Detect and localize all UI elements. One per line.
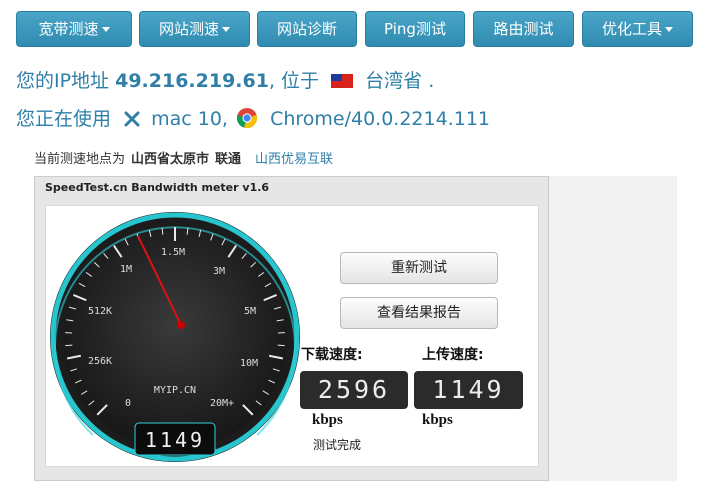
upload-label: 上传速度: [422,347,484,363]
nav-label: 网站测速 [158,20,219,38]
nav-label: 路由测试 [493,20,554,38]
node-isp: 联通 [215,152,242,167]
gauge-pivot [177,321,185,329]
located-at: , 位于 [268,70,320,92]
region: 台湾省 [365,70,423,92]
nav-ping-test[interactable]: Ping测试 [365,11,465,47]
ip-info: 您的IP地址 49.216.219.61, 位于 台湾省 . [16,66,434,93]
nav-optimize-tools[interactable]: 优化工具 [582,11,693,47]
browser-prefix: 您正在使用 [16,108,112,130]
nav-label: Ping测试 [384,20,446,38]
region-flag-icon [331,74,354,88]
download-label: 下载速度: [301,347,363,363]
nav-website-diagnosis[interactable]: 网站诊断 [257,11,357,47]
chrome-icon [236,108,258,129]
caret-down-icon [101,27,110,32]
gauge-brand: MYIP.CN [154,385,196,396]
node-label: 当前测速地点为 [34,152,126,167]
upload-unit: kbps [422,412,453,428]
nav-route-test[interactable]: 路由测试 [473,11,574,47]
browser-name: Chrome/40.0.2214.111 [270,108,490,130]
test-status: 测试完成 [313,438,362,452]
side-background [549,176,677,481]
download-speed-display: 2596 [300,371,408,409]
suffix: . [428,70,435,92]
speed-gauge: 0 256K 512K 1M 1.5M 3M 5M 10M 20M+ MYIP.… [50,212,300,462]
gauge-label: 256K [88,356,112,367]
download-unit: kbps [312,412,343,428]
nav-label: 宽带测速 [38,20,99,38]
ip-prefix: 您的IP地址 [16,70,110,92]
gauge-tick [65,344,73,347]
test-node-line: 当前测速地点为 山西省太原市 联通 山西优易互联 [34,148,333,167]
os-name: mac 10, [151,108,228,130]
nav-label: 优化工具 [601,20,662,38]
node-place: 山西省太原市 [131,152,210,167]
gauge-label: 20M+ [210,398,234,409]
meter-title: SpeedTest.cn Bandwidth meter v1.6 [45,181,270,194]
nav-broadband-speed[interactable]: 宽带测速 [16,11,132,47]
browser-info: 您正在使用 mac 10, Chrome/40.0.2214.111 [16,104,490,131]
nav-website-speed[interactable]: 网站测速 [139,11,250,47]
gauge-face [63,225,287,449]
ip-address: 49.216.219.61 [115,70,269,92]
gauge-label: 5M [244,306,256,317]
provider-link[interactable]: 山西优易互联 [255,152,333,167]
gauge-label: 512K [88,306,112,317]
caret-down-icon [222,27,230,32]
view-report-button[interactable]: 查看结果报告 [340,297,498,329]
retest-button[interactable]: 重新测试 [340,252,498,284]
caret-down-icon [665,27,673,32]
gauge-tick [277,344,285,347]
x-icon [124,111,140,127]
gauge-label: 1.5M [161,247,185,258]
gauge-label: 10M [240,358,258,369]
upload-speed-display: 1149 [414,371,523,409]
nav-label: 网站诊断 [276,20,337,38]
gauge-readout: 1149 [145,428,205,452]
gauge-label: 3M [213,266,225,277]
gauge-label: 0 [125,398,131,409]
gauge-label: 1M [120,264,132,275]
